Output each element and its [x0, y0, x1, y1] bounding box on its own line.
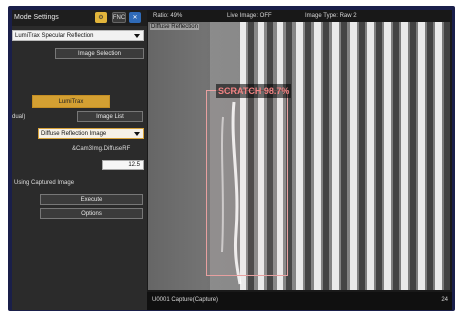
image-footer: U0001 Capture(Capture) 24: [147, 292, 452, 310]
chevron-down-icon: [134, 34, 140, 38]
dual-text: dual): [12, 114, 26, 120]
chevron-down-icon: [134, 132, 140, 136]
ratio-text: Ratio: 49%: [153, 13, 183, 19]
scratch-detection-box: [206, 90, 288, 276]
value-input[interactable]: 12.5: [102, 160, 144, 170]
scratch-label: SCRATCH 98.7%: [216, 84, 292, 98]
panel-title: Mode Settings: [14, 14, 59, 21]
image-list-button[interactable]: Image List: [77, 111, 143, 122]
app-window: Mode Settings ⚙ FNC ✕ LumiTrax Specular …: [12, 10, 452, 310]
settings-titlebar: Mode Settings ⚙ FNC ✕: [12, 10, 147, 26]
close-icon[interactable]: ✕: [129, 12, 141, 23]
settings-panel: Mode Settings ⚙ FNC ✕ LumiTrax Specular …: [12, 10, 147, 310]
image-overlay-label: Diffuse Reflection: [150, 24, 199, 30]
stripe-pattern: [148, 22, 450, 290]
image-panel: Ratio: 49% Live Image: OFF Image Type: R…: [147, 10, 452, 310]
image-selection-button[interactable]: Image Selection: [55, 48, 144, 59]
options-button[interactable]: Options: [40, 208, 143, 219]
fnc-button[interactable]: FNC: [112, 12, 126, 23]
settings-icon[interactable]: ⚙: [95, 12, 107, 23]
footer-number: 24: [441, 297, 448, 303]
inspection-image[interactable]: Diffuse Reflection SCRATCH 98.7%: [148, 22, 450, 290]
camera-path-text: &Cam3Img.DiffuseRF: [72, 146, 131, 152]
execute-button[interactable]: Execute: [40, 194, 143, 205]
using-captured-text: Using Captured Image: [14, 180, 75, 186]
capture-status: U0001 Capture(Capture): [152, 297, 219, 303]
live-image-text: Live Image: OFF: [227, 13, 272, 19]
image-header: Ratio: 49% Live Image: OFF Image Type: R…: [147, 10, 452, 22]
diffuse-select[interactable]: Diffuse Reflection Image: [38, 128, 144, 139]
lumitrax-button[interactable]: LumiTrax: [32, 95, 110, 108]
mode-select[interactable]: LumiTrax Specular Reflection: [12, 30, 144, 41]
image-type-text: Image Type: Raw 2: [305, 13, 357, 19]
